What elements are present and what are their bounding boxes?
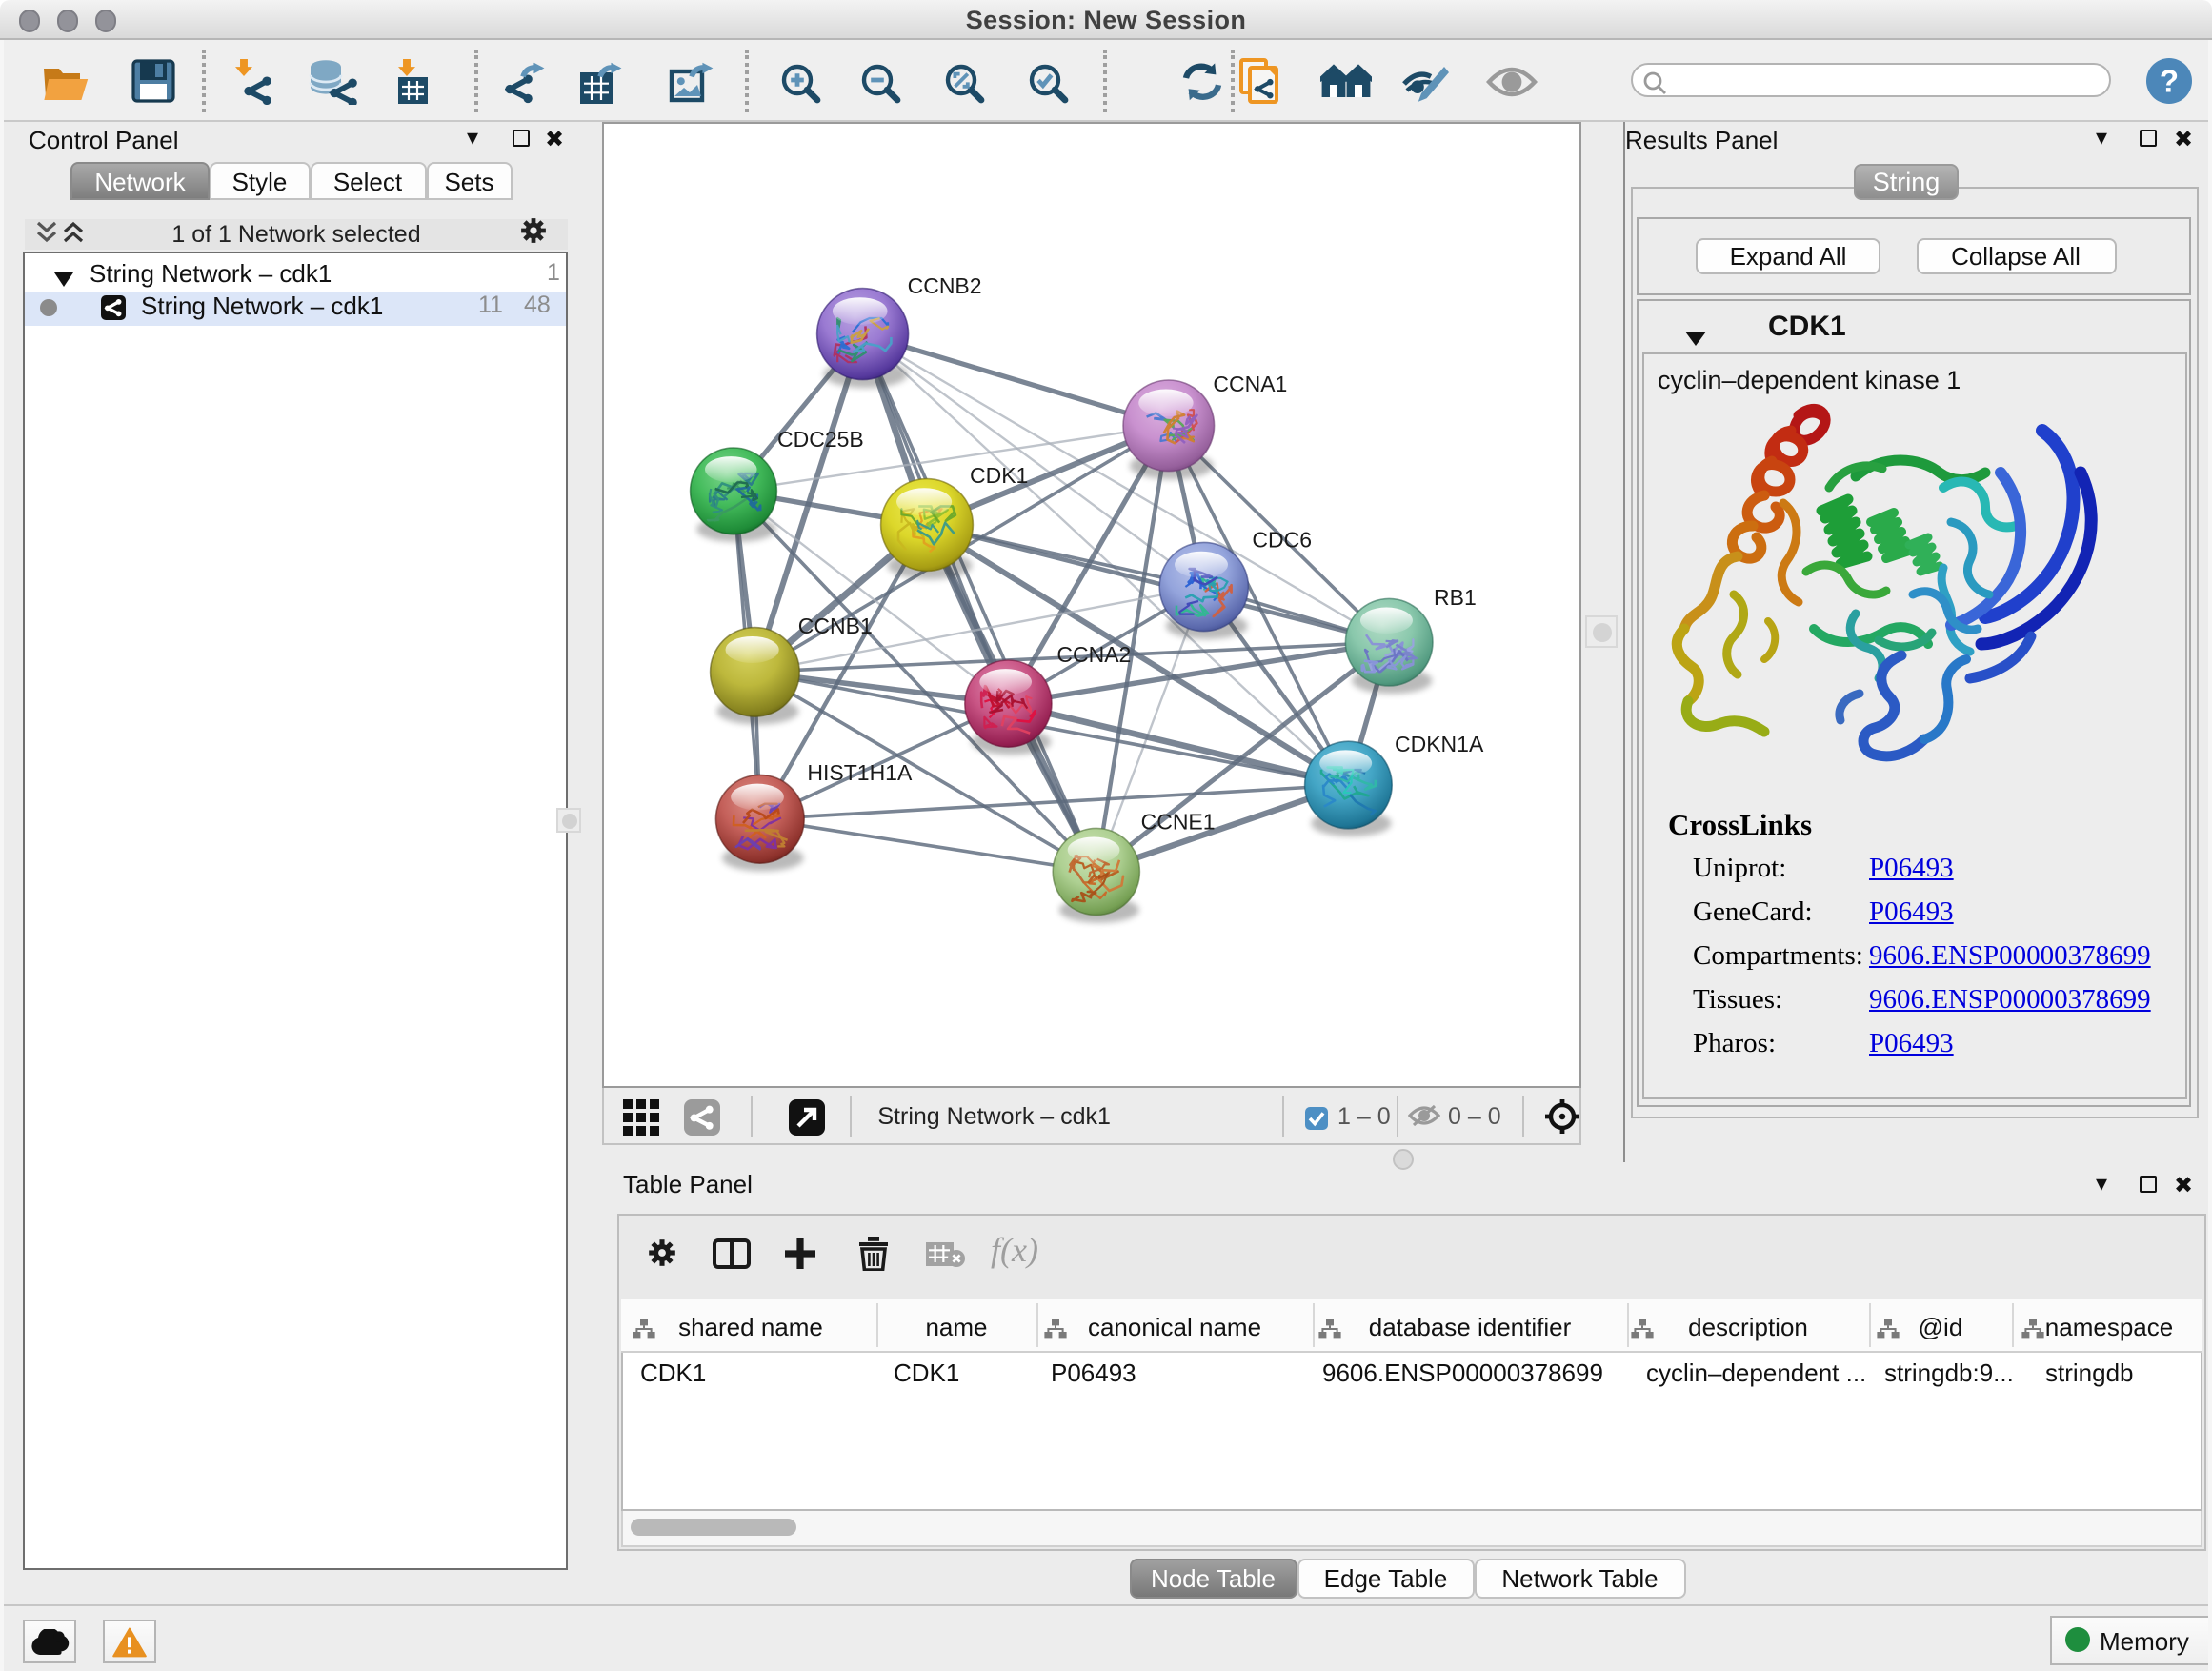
svg-text:CCNB2: CCNB2 (908, 273, 982, 298)
svg-text:?: ? (2160, 63, 2179, 98)
svg-text:HIST1H1A: HIST1H1A (807, 760, 913, 785)
svg-text:CDC6: CDC6 (1252, 528, 1312, 553)
svg-text:RB1: RB1 (1434, 585, 1477, 610)
svg-text:CDKN1A: CDKN1A (1395, 732, 1484, 756)
svg-text:CDK1: CDK1 (970, 463, 1028, 488)
svg-text:CCNB1: CCNB1 (798, 614, 873, 638)
svg-text:CCNE1: CCNE1 (1141, 810, 1216, 835)
svg-text:CDC25B: CDC25B (777, 427, 864, 452)
svg-text:CCNA2: CCNA2 (1056, 642, 1131, 667)
svg-text:CCNA1: CCNA1 (1213, 372, 1287, 396)
